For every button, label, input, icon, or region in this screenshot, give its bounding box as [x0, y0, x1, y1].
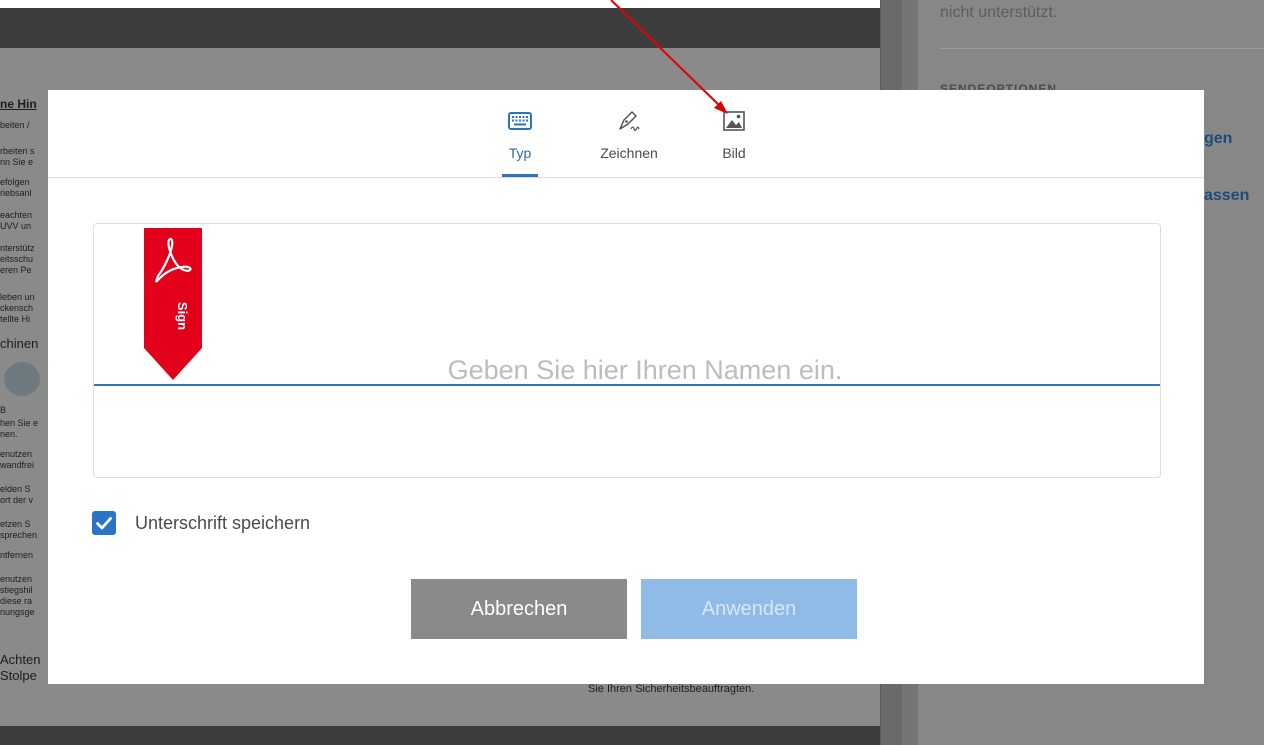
save-signature-checkbox[interactable]: [92, 511, 116, 535]
background-doc-line: eachten: [0, 210, 33, 220]
tab-zeichnen[interactable]: Zeichnen: [586, 90, 672, 178]
background-doc-line: rbeiten s: [0, 146, 35, 156]
background-doc-heading: ne Hin: [0, 97, 37, 111]
background-doc-line: UVV un: [0, 221, 32, 231]
background-doc-line: hen Sie e: [0, 418, 39, 428]
background-doc-line: enutzen: [0, 574, 33, 584]
signature-baseline: [94, 384, 1160, 386]
background-doc-line: wandfrei: [0, 460, 35, 470]
pen-signature-icon: [619, 111, 640, 131]
background-doc-line: efolgen: [0, 177, 30, 187]
background-doc-line: Achten: [0, 652, 41, 667]
background-link: assen: [1204, 187, 1250, 204]
background-doc-line: ckensch: [0, 303, 34, 313]
background-doc-line: diese ra: [0, 596, 33, 606]
background-doc-line: eren Pe: [0, 265, 32, 275]
background-bottom-bar: [0, 726, 880, 745]
tab-bild[interactable]: Bild: [712, 90, 756, 178]
background-doc-bottom-text: Sie Ihren Sicherheitsbeauftragten.: [588, 683, 755, 695]
ribbon-label: Sign: [175, 302, 190, 330]
background-right-text: nicht unterstützt.: [940, 4, 1058, 21]
tab-typ[interactable]: Typ: [498, 90, 542, 178]
background-doc-line: ntfernen: [0, 550, 34, 560]
signature-area: [93, 223, 1161, 478]
background-doc-line: riebsanl: [0, 188, 32, 198]
screen: nicht unterstützt. SENDEOPTIONEN gen ass…: [0, 0, 1264, 745]
checkmark-icon: [96, 517, 112, 530]
background-doc-line: B: [0, 405, 7, 415]
background-doc-line: elden S: [0, 484, 31, 494]
background-doc-line: nungsge: [0, 607, 35, 617]
apply-button[interactable]: Anwenden: [641, 579, 857, 639]
background-doc-line: Stolpe: [0, 668, 37, 683]
active-tab-indicator: [502, 174, 538, 177]
signature-tab-bar: Typ Zeichnen Bild: [48, 90, 1204, 178]
background-doc-line: eitsschu: [0, 254, 34, 264]
tab-label: Bild: [722, 145, 746, 161]
background-doc-line: nen.: [0, 429, 18, 439]
tab-label: Typ: [508, 145, 532, 161]
background-doc-line: beiten /: [0, 120, 30, 130]
signature-dialog: Typ Zeichnen Bild Geben Sie hier Ihren N…: [48, 90, 1204, 684]
background-doc-line: ort der v: [0, 495, 34, 505]
tab-label: Zeichnen: [600, 145, 658, 161]
background-doc-line: stiegshil: [0, 585, 33, 595]
cancel-button[interactable]: Abbrechen: [411, 579, 627, 639]
background-doc-line: nn Sie e: [0, 157, 34, 167]
adobe-sign-ribbon: Sign: [144, 228, 202, 380]
save-signature-label[interactable]: Unterschrift speichern: [135, 513, 310, 534]
background-link: gen: [1204, 130, 1233, 147]
background-doc-line: leben un: [0, 292, 35, 302]
background-doc-line: nterstütz: [0, 243, 35, 253]
background-doc-line: tellte Hi: [0, 314, 31, 324]
signature-name-input[interactable]: [94, 352, 1160, 388]
background-doc-line: etzen S: [0, 519, 31, 529]
background-doc-image: [4, 362, 40, 396]
background-divider: [940, 48, 1264, 49]
background-doc-line: enutzen: [0, 449, 33, 459]
image-icon: [723, 111, 745, 131]
background-doc-line: sprechen: [0, 530, 38, 540]
ribbon-shape: [144, 228, 202, 380]
keyboard-icon: [508, 112, 532, 130]
background-doc-line: chinen: [0, 336, 39, 351]
background-toolbar: [0, 8, 880, 48]
